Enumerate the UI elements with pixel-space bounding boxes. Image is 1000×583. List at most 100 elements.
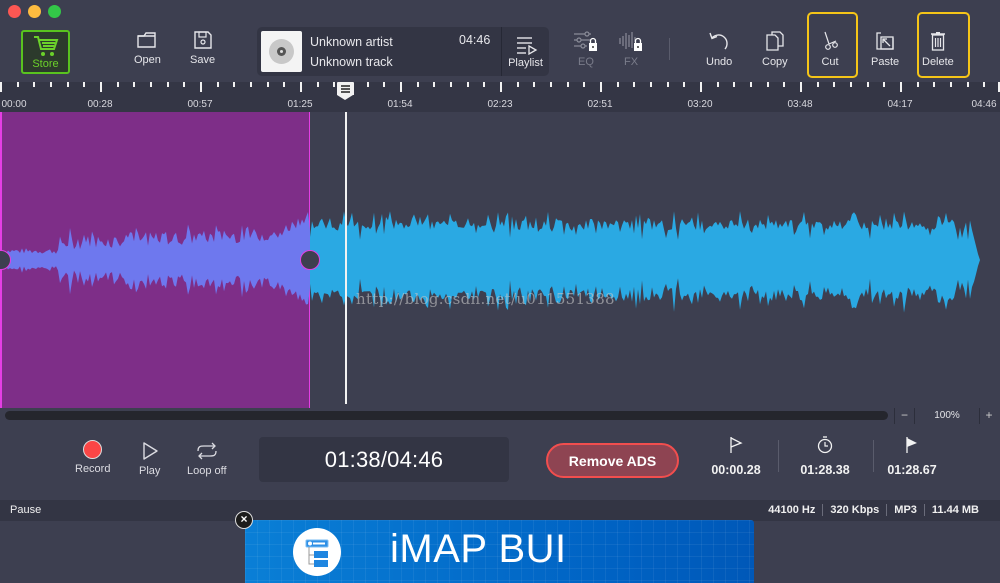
- playhead-handle[interactable]: [337, 82, 354, 100]
- open-button[interactable]: Open: [134, 30, 161, 66]
- ruler-time-label: 01:25: [287, 99, 313, 110]
- ruler-minor-tick: [883, 82, 885, 87]
- toolbar: Store Open Save Unknown artist Unknown t…: [0, 0, 1000, 82]
- ruler-minor-tick: [133, 82, 135, 87]
- ruler-minor-tick: [550, 82, 552, 87]
- record-label: Record: [75, 463, 111, 475]
- shopping-cart-icon: [33, 36, 58, 56]
- ruler-minor-tick: [433, 82, 435, 87]
- disc-icon: [269, 39, 294, 64]
- file-format: MP3: [886, 504, 924, 516]
- ruler-minor-tick: [67, 82, 69, 87]
- close-window-button[interactable]: [8, 5, 21, 18]
- ruler-major-tick: [900, 82, 902, 92]
- ruler-minor-tick: [933, 82, 935, 87]
- undo-label: Undo: [706, 56, 733, 68]
- transport-bar: Record Play Loop off 01:38/04:46 Remove …: [0, 424, 1000, 500]
- ad-banner[interactable]: iMAP BUI: [245, 520, 754, 583]
- ruler-minor-tick: [267, 82, 269, 87]
- ruler-minor-tick: [950, 82, 952, 87]
- app-window: Store Open Save Unknown artist Unknown t…: [0, 0, 1000, 583]
- ruler-minor-tick: [983, 82, 985, 87]
- undo-icon: [709, 32, 728, 50]
- loop-button[interactable]: Loop off: [187, 441, 227, 477]
- ad-logo-icon: [293, 528, 341, 576]
- ruler-minor-tick: [850, 82, 852, 87]
- playhead-line: [345, 112, 347, 404]
- minimize-window-button[interactable]: [28, 5, 41, 18]
- save-button[interactable]: Save: [190, 30, 215, 66]
- store-button[interactable]: Store: [21, 30, 70, 74]
- zoom-window-button[interactable]: [48, 5, 61, 18]
- selection-end-handle[interactable]: [300, 250, 320, 270]
- ruler-minor-tick: [533, 82, 535, 87]
- ruler-time-label: 03:48: [787, 99, 813, 110]
- zoom-in-button[interactable]: +: [980, 408, 998, 424]
- marker-divider: [873, 440, 874, 472]
- play-icon: [143, 442, 158, 460]
- fx-button[interactable]: FX: [618, 30, 644, 68]
- ruler-major-tick: [300, 82, 302, 92]
- eq-button[interactable]: EQ: [573, 30, 599, 68]
- ruler-minor-tick: [167, 82, 169, 87]
- ruler-minor-tick: [117, 82, 119, 87]
- selection-length-value: 01:28.38: [800, 463, 850, 477]
- copy-button[interactable]: Copy: [762, 30, 788, 68]
- play-button[interactable]: Play: [139, 441, 160, 477]
- eq-label: EQ: [578, 56, 594, 68]
- zoom-out-button[interactable]: −: [894, 408, 914, 424]
- ruler-minor-tick: [783, 82, 785, 87]
- selection-start-value: 00:00.28: [711, 463, 761, 477]
- open-label: Open: [134, 54, 161, 66]
- sample-rate: 44100 Hz: [768, 504, 816, 516]
- ruler-time-label: 02:23: [487, 99, 513, 110]
- undo-button[interactable]: Undo: [706, 30, 732, 68]
- ruler-minor-tick: [683, 82, 685, 87]
- remove-ads-button[interactable]: Remove ADS: [546, 443, 679, 478]
- ruler-minor-tick: [617, 82, 619, 87]
- paste-label: Paste: [871, 56, 900, 68]
- timeline-ruler[interactable]: 00:00 00:28 00:57 01:25 01:54 02:23 02:51 03:20…: [0, 82, 1000, 112]
- ruler-minor-tick: [650, 82, 652, 87]
- ruler-minor-tick: [317, 82, 319, 87]
- ruler-minor-tick: [50, 82, 52, 87]
- toolbar-divider: [669, 38, 670, 60]
- track-duration: 04:46: [459, 33, 491, 47]
- ruler-minor-tick: [667, 82, 669, 87]
- waveform-selected-segment: [0, 212, 310, 305]
- ruler-minor-tick: [717, 82, 719, 87]
- cut-label: Cut: [821, 56, 839, 68]
- selection-end-marker[interactable]: 01:28.67: [877, 436, 947, 477]
- playlist-button[interactable]: Playlist: [502, 27, 549, 76]
- time-display: 01:38/04:46: [259, 437, 509, 482]
- ruler-minor-tick: [867, 82, 869, 87]
- selection-start-marker[interactable]: 00:00.28: [701, 436, 771, 477]
- marker-divider: [778, 440, 779, 472]
- album-cover: [261, 31, 302, 72]
- cut-button[interactable]: Cut: [819, 30, 841, 68]
- folder-icon: [137, 32, 157, 48]
- ruler-minor-tick: [183, 82, 185, 87]
- ruler-minor-tick: [150, 82, 152, 87]
- ruler-time-label: 02:51: [587, 99, 613, 110]
- ruler-major-tick: [500, 82, 502, 92]
- track-artist: Unknown artist: [310, 35, 393, 49]
- ruler-minor-tick: [283, 82, 285, 87]
- ruler-minor-tick: [33, 82, 35, 87]
- horizontal-scrollbar[interactable]: [5, 411, 888, 420]
- ruler-minor-tick: [17, 82, 19, 87]
- store-label: Store: [32, 58, 59, 70]
- status-bar: Pause 44100 Hz 320 Kbps MP3 11.44 MB: [0, 500, 1000, 521]
- ad-close-button[interactable]: ×: [235, 511, 253, 529]
- paste-button[interactable]: Paste: [871, 30, 899, 68]
- waveform-area[interactable]: http://blog.csdn.net/u011551388: [0, 112, 1000, 408]
- record-button[interactable]: Record: [75, 440, 110, 475]
- ruler-minor-tick: [917, 82, 919, 87]
- start-flag-icon: [730, 437, 743, 453]
- file-size: 11.44 MB: [923, 504, 986, 516]
- delete-button[interactable]: Delete: [922, 30, 954, 68]
- fx-locked-icon: [619, 32, 642, 51]
- selection-length-marker[interactable]: 01:28.38: [790, 436, 860, 477]
- now-playing-panel: Unknown artist Unknown track 04:46 Playl…: [257, 27, 549, 76]
- ruler-minor-tick: [467, 82, 469, 87]
